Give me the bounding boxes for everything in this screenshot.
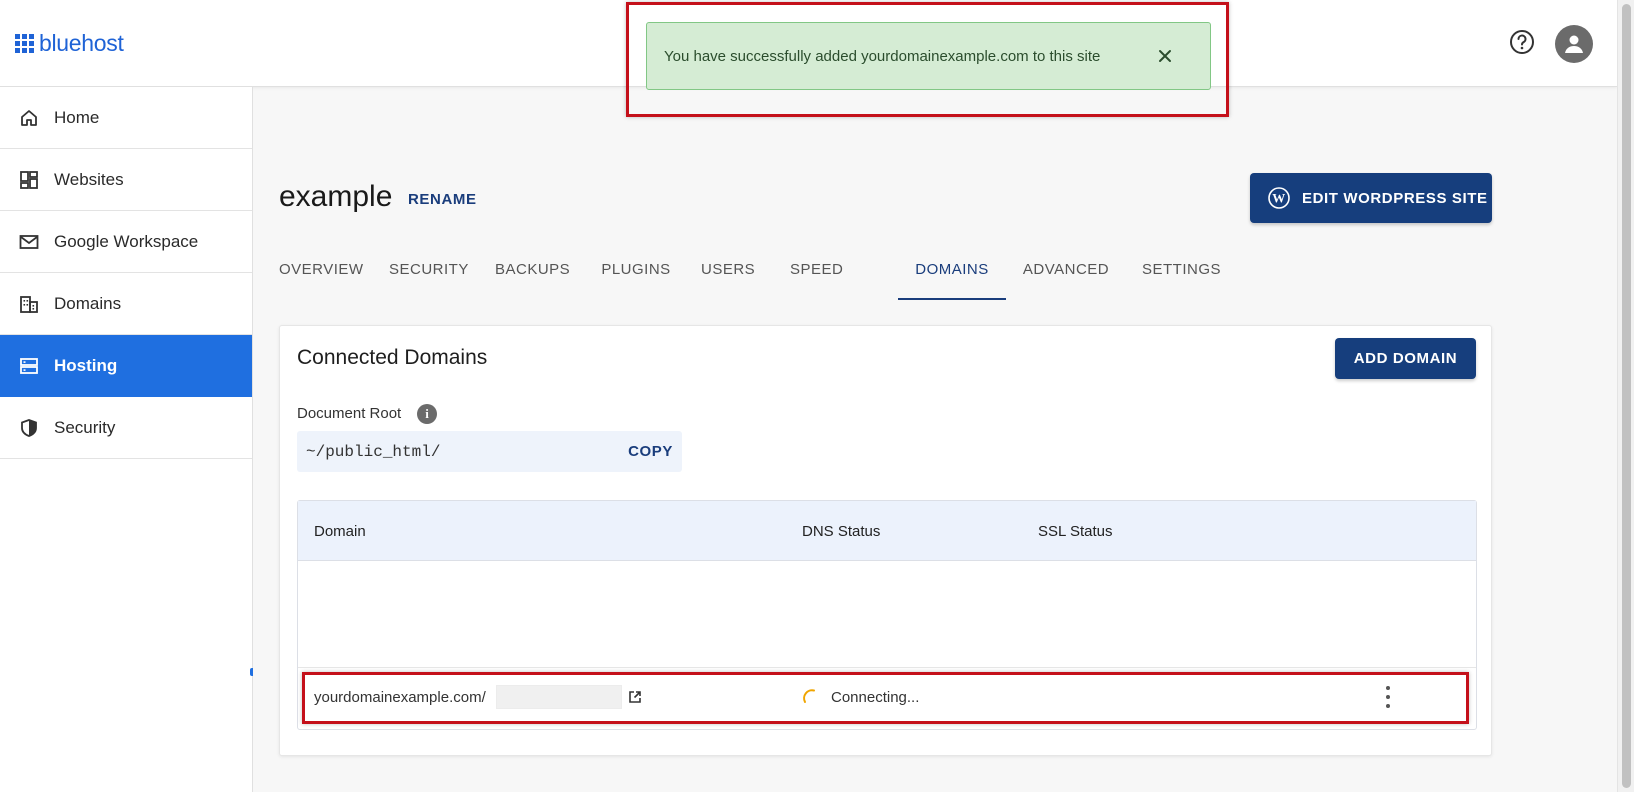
tab-advanced[interactable]: ADVANCED	[1022, 250, 1110, 300]
sidebar-item-label: Hosting	[54, 355, 118, 375]
logo-text: bluehost	[39, 30, 124, 56]
sidebar-nav: Home Websites Google Workspace Domains H…	[0, 87, 253, 792]
help-circle-icon[interactable]	[1509, 29, 1535, 55]
sidebar-item-domains[interactable]: Domains	[0, 273, 252, 335]
domain-cell: yourdomainexample.com/	[314, 689, 486, 706]
sidebar-item-websites[interactable]: Websites	[0, 149, 252, 211]
tab-settings[interactable]: SETTINGS	[1142, 250, 1221, 300]
home-icon	[18, 107, 40, 129]
sidebar-item-label: Websites	[54, 169, 124, 189]
sidebar-item-label: Security	[54, 417, 116, 437]
document-root-value: ~/public_html/	[306, 443, 441, 461]
info-icon[interactable]: i	[417, 404, 437, 424]
table-row: yourdomainexample.com/ Connecting...	[298, 668, 1476, 730]
server-icon	[18, 355, 40, 377]
tab-users[interactable]: USERS	[701, 250, 755, 300]
user-avatar-icon[interactable]	[1555, 25, 1593, 63]
document-root-label: Document Root	[297, 405, 402, 422]
external-link-icon[interactable]	[628, 690, 642, 704]
rename-button[interactable]: RENAME	[408, 191, 477, 208]
page-title: example	[279, 180, 393, 213]
loading-spinner-icon	[802, 688, 822, 708]
sidebar-item-label: Home	[54, 107, 100, 127]
sidebar-collapse-handle[interactable]	[250, 668, 253, 676]
sidebar-item-google-workspace[interactable]: Google Workspace	[0, 211, 252, 273]
vertical-scrollbar[interactable]	[1617, 0, 1634, 792]
tab-security[interactable]: SECURITY	[389, 250, 468, 300]
bluehost-logo[interactable]: bluehost	[15, 30, 124, 57]
scrollbar-thumb[interactable]	[1622, 4, 1631, 788]
column-header-domain: Domain	[314, 523, 366, 540]
sidebar-item-label: Google Workspace	[54, 231, 199, 251]
connected-domains-card: Connected Domains ADD DOMAIN Document Ro…	[279, 325, 1492, 756]
shield-icon	[18, 417, 40, 439]
close-icon[interactable]	[1156, 47, 1174, 65]
websites-icon	[18, 169, 40, 191]
sidebar-item-hosting[interactable]: Hosting	[0, 335, 252, 397]
copy-button[interactable]: COPY	[628, 443, 673, 460]
logo-grid-icon	[15, 34, 34, 53]
tab-backups[interactable]: BACKUPS	[495, 250, 570, 300]
domains-table: Domain DNS Status SSL Status yourdomaine…	[297, 500, 1477, 730]
wordpress-icon: W	[1268, 187, 1290, 209]
dns-status-cell: Connecting...	[831, 689, 920, 706]
column-header-ssl-status: SSL Status	[1038, 523, 1113, 540]
document-root-field: ~/public_html/ COPY	[297, 431, 682, 472]
edit-wordpress-site-button[interactable]: W EDIT WORDPRESS SITE	[1250, 173, 1492, 223]
tab-plugins[interactable]: PLUGINS	[601, 250, 671, 300]
add-domain-button[interactable]: ADD DOMAIN	[1335, 338, 1476, 379]
edit-wordpress-site-label: EDIT WORDPRESS SITE	[1302, 189, 1488, 207]
card-title: Connected Domains	[297, 346, 488, 369]
redacted-path	[496, 685, 622, 709]
more-options-icon[interactable]	[1384, 686, 1392, 708]
tab-speed[interactable]: SPEED	[790, 250, 843, 300]
tab-overview[interactable]: OVERVIEW	[279, 250, 363, 300]
tab-domains[interactable]: DOMAINS	[898, 250, 1006, 300]
toast-message: You have successfully added yourdomainex…	[664, 47, 1101, 65]
mail-icon	[18, 231, 40, 253]
svg-text:W: W	[1272, 191, 1286, 206]
building-icon	[18, 293, 40, 315]
sidebar-item-security[interactable]: Security	[0, 397, 252, 459]
sidebar-item-home[interactable]: Home	[0, 87, 252, 149]
site-tabs: OVERVIEW SECURITY BACKUPS PLUGINS USERS …	[279, 250, 1492, 300]
table-header: Domain DNS Status SSL Status	[298, 501, 1476, 561]
success-toast: You have successfully added yourdomainex…	[646, 22, 1211, 90]
column-header-dns-status: DNS Status	[802, 523, 881, 540]
sidebar-item-label: Domains	[54, 293, 122, 313]
